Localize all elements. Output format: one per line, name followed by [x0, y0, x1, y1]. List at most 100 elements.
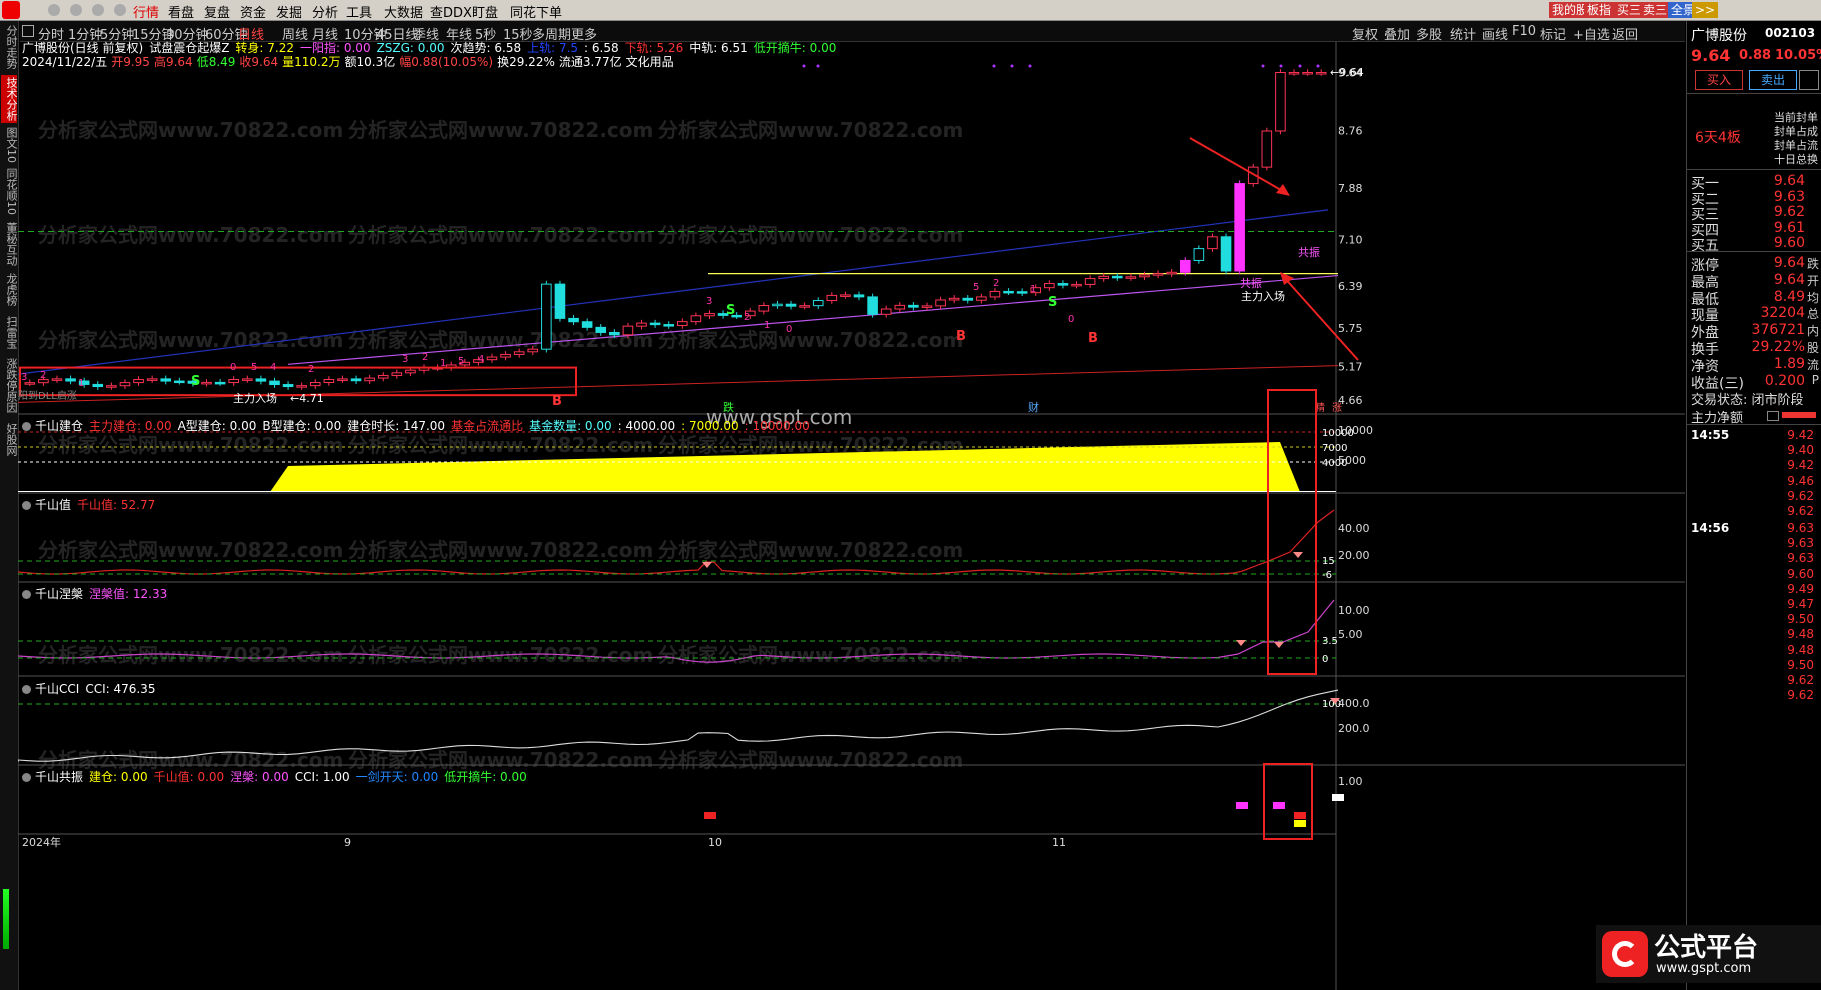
nav-7[interactable]: 大数据 — [384, 2, 423, 21]
stat-value: 9.64 — [1773, 255, 1805, 271]
count-mark: 5 — [973, 282, 979, 293]
buy-button[interactable]: 买入 — [1695, 70, 1743, 90]
cai-label: 财 — [1028, 400, 1039, 414]
brand-logo-icon — [1602, 931, 1648, 977]
left-tab-4[interactable]: 董秘互动 — [1, 221, 18, 267]
candle-body — [1003, 290, 1014, 294]
nav-8[interactable]: 查DDX — [430, 2, 472, 21]
home-icon[interactable] — [48, 4, 60, 16]
signal-dot — [802, 64, 806, 68]
candle-body — [527, 348, 539, 353]
qianshanzhi-panel-title[interactable]: 千山值 千山值: 52.77 — [22, 496, 161, 513]
gongzhen-field-6: 低开摘牛: 0.00 — [444, 770, 527, 784]
candle-body — [1044, 283, 1055, 289]
left-tab-8[interactable]: 好股网 — [1, 417, 18, 461]
nav-9[interactable]: 盯盘 — [472, 2, 498, 21]
cci-panel-title[interactable]: 千山CCI CCI: 476.35 — [22, 680, 161, 697]
layout-icon[interactable] — [22, 25, 34, 37]
chart-tool-4[interactable]: 画线 — [1482, 24, 1508, 43]
qsz-y-label: 40.00 — [1338, 522, 1370, 535]
candle-body — [296, 385, 307, 388]
chart-tool-2[interactable]: 多股 — [1416, 24, 1442, 43]
forward-icon[interactable] — [92, 4, 104, 16]
candle-body — [989, 290, 1001, 298]
signal-dot — [992, 64, 996, 68]
top-right-button-3[interactable]: 卖三 — [1640, 2, 1671, 18]
nav-2[interactable]: 复盘 — [204, 2, 230, 21]
jiancang-panel-title[interactable]: 千山建仓 主力建仓: 0.00 A型建仓: 0.00 B型建仓: 0.00 建仓时长: … — [22, 417, 816, 434]
nav-10[interactable]: 同花下单 — [510, 2, 562, 21]
price-change-pct: 10.05% — [1775, 48, 1821, 63]
count-mark: 1 — [440, 358, 446, 369]
left-tab-2[interactable]: 图文10 — [1, 127, 18, 163]
stat-extra: 流 — [1806, 357, 1819, 372]
candle-body — [758, 305, 770, 312]
nav-1[interactable]: 看盘 — [168, 2, 194, 21]
chart-tool-1[interactable]: 叠加 — [1384, 24, 1410, 43]
sell-button[interactable]: 卖出 — [1749, 70, 1797, 90]
nav-0[interactable]: 行情 — [133, 2, 159, 21]
bid-price: 9.63 — [1773, 188, 1805, 205]
jiancang-field-3: B型建仓: 0.00 — [262, 419, 342, 433]
candle-body — [1193, 248, 1205, 261]
candle-body — [1315, 72, 1327, 75]
app-logo-icon[interactable] — [2, 1, 20, 19]
left-tab-1[interactable]: 技术分析 — [1, 75, 18, 123]
chart-tool-6[interactable]: 标记 — [1540, 24, 1566, 43]
scroll-indicator[interactable] — [3, 889, 9, 949]
refresh-icon[interactable] — [114, 4, 126, 16]
left-tab-3[interactable]: 同花顺10 — [1, 167, 18, 215]
chart-tool-7[interactable]: +自选 — [1573, 24, 1610, 43]
top-right-button-1[interactable]: 板指 — [1584, 2, 1615, 18]
gz-y-label: 1.00 — [1338, 775, 1363, 788]
candle-body — [106, 385, 117, 388]
chart-tool-0[interactable]: 复权 — [1352, 24, 1378, 43]
panel-toggle-icon[interactable] — [22, 501, 31, 510]
expand-icon[interactable] — [1799, 70, 1819, 90]
candle-body — [921, 305, 933, 308]
ohlc-field-0: 2024/11/22/五 — [22, 55, 108, 69]
jiancang-field-9: : 10000.00 — [744, 419, 810, 433]
left-tab-5[interactable]: 龙虎榜 — [1, 271, 18, 307]
left-tab-6[interactable]: 扫雷宝 — [1, 311, 18, 353]
candle-body — [1139, 274, 1150, 278]
toggle-icon[interactable] — [1767, 411, 1779, 421]
candle-body — [1207, 236, 1218, 250]
bg-watermark: 分析家公式网www.70822.com — [38, 118, 343, 142]
left-tab-7[interactable]: 涨跌停原因 — [1, 357, 18, 413]
tick-price: 9.48 — [1787, 642, 1814, 657]
gongzhen-panel-title[interactable]: 千山共振 建仓: 0.00 千山值: 0.00 涅槃: 0.00 CCI: 1.00 一剑… — [22, 768, 533, 785]
panel-toggle-icon[interactable] — [22, 773, 31, 782]
panel-toggle-icon[interactable] — [22, 685, 31, 694]
trade-state: 交易状态: 闭市阶段 — [1691, 393, 1804, 408]
y-tick-label: 6.39 — [1338, 280, 1363, 293]
jiancang-field-7: : 4000.00 — [617, 419, 676, 433]
left-tab-0[interactable]: 分时走势 — [1, 23, 18, 71]
signal-dot — [1298, 64, 1302, 68]
buy-mark: B — [956, 329, 966, 344]
kline-chart-area[interactable]: 分析家公式网www.70822.com 分析家公式网www.70822.com 分析… — [18, 42, 1685, 990]
back-icon[interactable] — [70, 4, 82, 16]
ohlc-field-7: 幅0.88(10.05%) — [399, 55, 494, 69]
count-mark: 2 — [422, 352, 428, 363]
stat-extra: 内 — [1806, 324, 1819, 339]
chart-tool-3[interactable]: 统计 — [1450, 24, 1476, 43]
chart-tool-5[interactable]: F10 — [1512, 24, 1536, 39]
niepan-panel-title[interactable]: 千山涅槃 涅槃值: 12.33 — [22, 585, 173, 602]
niepan-y-label: 5.00 — [1338, 628, 1363, 641]
top-right-button-5[interactable]: >> — [1692, 2, 1719, 18]
nav-3[interactable]: 资金 — [240, 2, 266, 21]
count-mark: 1 — [78, 378, 84, 389]
bg-watermark: 分析家公式网www.70822.com — [348, 328, 653, 352]
nav-6[interactable]: 工具 — [346, 2, 372, 21]
tick-price: 9.63 — [1787, 551, 1814, 566]
nav-5[interactable]: 分析 — [312, 2, 338, 21]
panel-toggle-icon[interactable] — [22, 422, 31, 431]
nav-4[interactable]: 发掘 — [276, 2, 302, 21]
panel-toggle-icon[interactable] — [22, 590, 31, 599]
bg-watermark: 分析家公式网www.70822.com — [38, 223, 343, 247]
candle-body — [663, 324, 674, 327]
bg-watermark: 分析家公式网www.70822.com — [658, 748, 963, 772]
cci-field-1: CCI: 476.35 — [85, 682, 156, 696]
chart-tool-8[interactable]: 返回 — [1612, 24, 1638, 43]
